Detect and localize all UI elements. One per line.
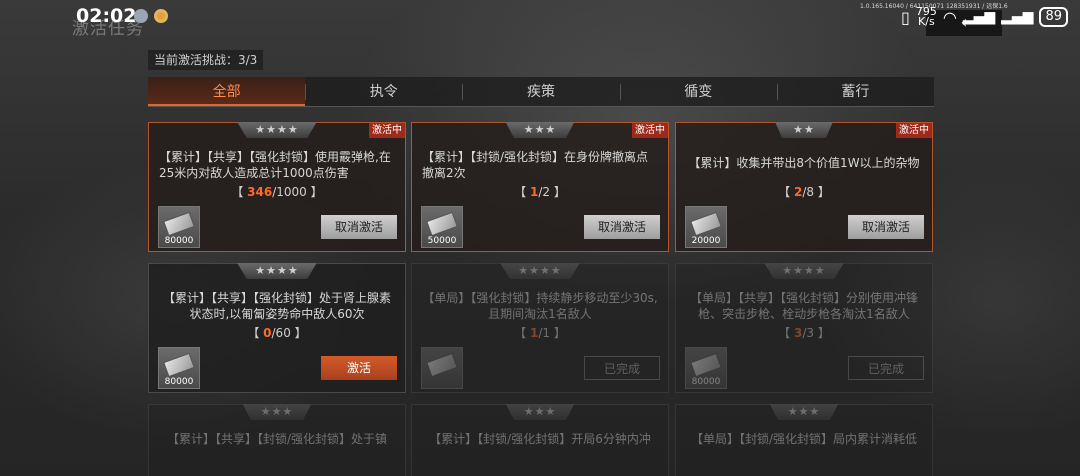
task-description: 【累计】【共享】【强化封锁】使用霰弹枪,在25米内对敌人造成总计1000点伤害 (159, 150, 391, 180)
status-badge: 激活中 (896, 123, 932, 138)
net-speed-unit: K/s (918, 15, 935, 28)
status-badge: 激活中 (632, 123, 668, 138)
tab-all[interactable]: 全部 (148, 77, 306, 106)
task-description: 【单局】【封锁/强化封锁】局内累计消耗低 (690, 432, 918, 446)
reward-amount: 20000 (691, 236, 721, 246)
signal-icon: ▂▄▆ (962, 9, 996, 25)
task-card: ★★ 激活中 【累计】收集并带出8个价值1W以上的杂物 【 2/8 】 2000… (675, 122, 933, 252)
tab-zhiling[interactable]: 执令 (305, 77, 462, 106)
active-challenge-count: 当前激活挑战：3/3 (148, 50, 264, 70)
task-card: ★★★ 【单局】【封锁/强化封锁】局内累计消耗低 (675, 404, 933, 476)
net-speed: 795 K/s (916, 6, 937, 28)
cash-icon (426, 211, 458, 237)
reward-item[interactable]: 80000 (158, 206, 200, 248)
task-card: ★★★ 【累计】【共享】【封锁/强化封锁】处于镇 (148, 404, 406, 476)
progress-total: /3 (802, 326, 815, 340)
progress-total: /1000 (272, 185, 307, 199)
activate-button[interactable]: 激活 (321, 356, 397, 380)
task-description: 【累计】【封锁/强化封锁】在身份牌撤离点撤离2次 (422, 150, 649, 180)
difficulty-stars: ★★★ (242, 404, 312, 420)
cash-icon (163, 211, 195, 237)
task-description: 【单局】【强化封锁】持续静步移动至少30s,且期间淘汰1名敌人 (422, 291, 658, 321)
reward-item[interactable]: 50000 (421, 206, 463, 248)
task-card: ★★★ 激活中 【累计】【封锁/强化封锁】在身份牌撤离点撤离2次 【 1/2 】… (411, 122, 669, 252)
cash-icon (426, 352, 458, 378)
status-icons: ▯ 795 K/s ◠ ▂▄▆ ▂▄▆ 89 (901, 4, 1068, 30)
task-card: ★★★★ 【单局】【共享】【强化封锁】分别使用冲锋枪、突击步枪、栓动步枪各淘汰1… (675, 263, 933, 393)
task-progress: 【 2/8 】 (778, 185, 830, 199)
cancel-activation-button[interactable]: 取消激活 (848, 215, 924, 239)
reward-item[interactable]: 80000 (685, 347, 727, 389)
completed-button: 已完成 (848, 356, 924, 380)
signal-icon-2: ▂▄▆ (1001, 9, 1034, 25)
task-card: ★★★★ 【单局】【强化封锁】持续静步移动至少30s,且期间淘汰1名敌人 【 1… (411, 263, 669, 393)
cancel-activation-button[interactable]: 取消激活 (584, 215, 660, 239)
difficulty-stars: ★★★★ (237, 263, 317, 279)
task-progress: 【 346/1000 】 (231, 185, 323, 199)
task-description: 【累计】收集并带出8个价值1W以上的杂物 (688, 156, 920, 170)
tab-bar: 全部 执令 疾策 循变 蓄行 (148, 77, 934, 107)
task-description: 【单局】【共享】【强化封锁】分别使用冲锋枪、突击步枪、栓动步枪各淘汰1名敌人 (689, 291, 918, 321)
wifi-icon: ◠ (942, 7, 957, 27)
tab-xunbian[interactable]: 循变 (619, 77, 777, 106)
difficulty-stars: ★★★ (505, 122, 575, 138)
vibrate-icon: ▯ (901, 7, 910, 27)
progress-total: /60 (271, 326, 291, 340)
app-notification-icon (134, 9, 148, 23)
cash-icon (163, 352, 195, 378)
reward-amount: 80000 (164, 377, 194, 387)
reward-item[interactable]: 20000 (685, 206, 727, 248)
difficulty-stars: ★★★ (769, 404, 839, 420)
task-description: 【累计】【封锁/强化封锁】开局6分钟内冲 (429, 432, 651, 446)
cancel-activation-button[interactable]: 取消激活 (321, 215, 397, 239)
task-card: ★★★★ 【累计】【共享】【强化封锁】处于肾上腺素状态时,以匍匐姿势命中敌人60… (148, 263, 406, 393)
task-progress: 【 1/2 】 (514, 185, 566, 199)
reward-item[interactable] (421, 347, 463, 389)
progress-total: /2 (538, 185, 551, 199)
completed-button: 已完成 (584, 356, 660, 380)
reward-amount: 80000 (164, 236, 194, 246)
clock: 02:02 (76, 5, 137, 27)
coin-notification-icon (154, 9, 168, 23)
reward-amount: 80000 (691, 377, 721, 387)
reward-amount: 50000 (427, 236, 457, 246)
progress-total: /1 (538, 326, 551, 340)
difficulty-stars: ★★★★ (500, 263, 580, 279)
difficulty-stars: ★★★★ (764, 263, 844, 279)
task-description: 【累计】【共享】【强化封锁】处于肾上腺素状态时,以匍匐姿势命中敌人60次 (162, 291, 391, 321)
tab-xuxing[interactable]: 蓄行 (776, 77, 934, 106)
cash-icon (690, 211, 722, 237)
reward-item[interactable]: 80000 (158, 347, 200, 389)
battery-indicator: 89 (1039, 7, 1068, 27)
status-bar: 激活任务 02:02 1.0.165.16040 / 641150071 128… (0, 0, 1080, 39)
progress-current: 346 (247, 185, 273, 199)
task-progress: 【 1/1 】 (514, 326, 566, 340)
cash-icon (690, 352, 722, 378)
task-progress: 【 3/3 】 (778, 326, 830, 340)
task-progress: 【 0/60 】 (247, 326, 307, 340)
difficulty-stars: ★★ (775, 122, 833, 138)
progress-total: /8 (802, 185, 815, 199)
difficulty-stars: ★★★★ (237, 122, 317, 138)
tab-jice[interactable]: 疾策 (462, 77, 619, 106)
status-badge: 激活中 (369, 123, 405, 138)
task-card: ★★★ 【累计】【封锁/强化封锁】开局6分钟内冲 (411, 404, 669, 476)
task-card: ★★★★ 激活中 【累计】【共享】【强化封锁】使用霰弹枪,在25米内对敌人造成总… (148, 122, 406, 252)
progress-current: 0 (263, 326, 272, 340)
task-description: 【累计】【共享】【封锁/强化封锁】处于镇 (166, 432, 388, 446)
difficulty-stars: ★★★ (505, 404, 575, 420)
